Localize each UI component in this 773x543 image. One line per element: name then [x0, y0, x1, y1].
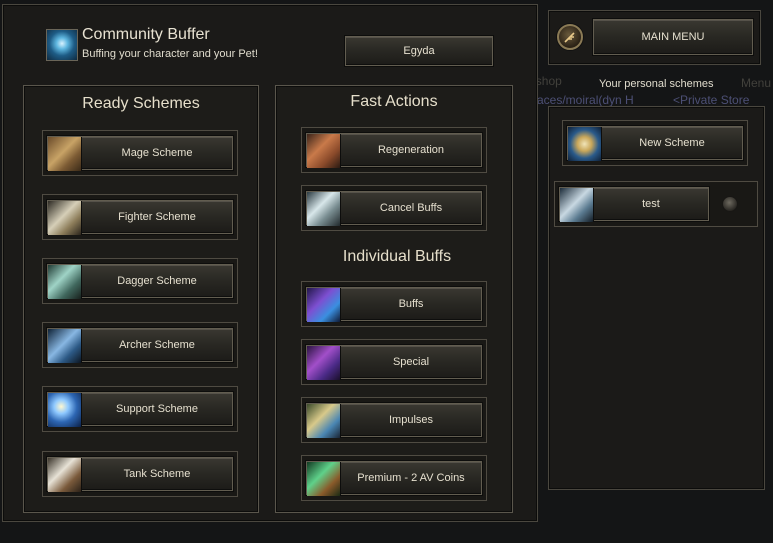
player-name-button[interactable]: Egyda	[345, 36, 493, 66]
special-icon	[307, 346, 341, 380]
community-buffer-window: Community Buffer Buffing your character …	[2, 4, 538, 522]
special-label: Special	[392, 356, 430, 368]
shield-armor-icon	[48, 458, 82, 492]
delete-scheme-icon[interactable]	[722, 196, 738, 212]
mage-scheme-button[interactable]: Mage Scheme	[47, 136, 233, 171]
window-subtitle: Buffing your character and your Pet!	[82, 48, 258, 60]
scheme-test-button[interactable]: test	[559, 187, 709, 222]
menu-emblem-icon[interactable]	[557, 24, 583, 50]
cancel-buffs-button[interactable]: Cancel Buffs	[306, 191, 482, 226]
buff-slot: Buffs	[301, 281, 487, 327]
fighter-scheme-button[interactable]: Fighter Scheme	[47, 200, 233, 235]
special-button[interactable]: Special	[306, 345, 482, 380]
new-scheme-slot: New Scheme	[562, 120, 748, 166]
bg-world-text-private-store: <Private Store	[673, 93, 750, 107]
personal-schemes-panel: New Scheme test	[548, 106, 765, 490]
support-scheme-button[interactable]: Support Scheme	[47, 392, 233, 427]
mage-scheme-label: Mage Scheme	[121, 147, 193, 159]
scheme-slot: Mage Scheme	[42, 130, 238, 176]
impulses-label: Impulses	[388, 414, 434, 426]
actions-panel: Fast Actions Regeneration Cancel Buffs I…	[275, 85, 513, 513]
archer-scheme-label: Archer Scheme	[119, 339, 195, 351]
premium-button[interactable]: Premium - 2 AV Coins	[306, 461, 482, 496]
window-title: Community Buffer	[82, 26, 210, 43]
buffs-icon	[307, 288, 341, 322]
arrow-icon	[48, 329, 82, 363]
main-menu-bar: MAIN MENU	[548, 10, 761, 65]
fighter-scheme-label: Fighter Scheme	[118, 211, 196, 223]
buffer-emblem-icon	[46, 29, 78, 61]
new-scheme-label: New Scheme	[639, 137, 705, 149]
fast-actions-title: Fast Actions	[350, 93, 438, 110]
buff-slot: Premium - 2 AV Coins	[301, 455, 487, 501]
scheme-test-label: test	[642, 198, 660, 210]
cross-emblem-icon	[568, 127, 602, 161]
main-menu-button[interactable]: MAIN MENU	[593, 19, 753, 55]
tank-scheme-label: Tank Scheme	[123, 468, 191, 480]
dagger-scheme-label: Dagger Scheme	[117, 275, 197, 287]
scheme-slot: Tank Scheme	[42, 451, 238, 497]
scheme-slot: Dagger Scheme	[42, 258, 238, 304]
cancel-buffs-icon	[307, 192, 341, 226]
buff-slot: Impulses	[301, 397, 487, 443]
archer-scheme-button[interactable]: Archer Scheme	[47, 328, 233, 363]
mage-helmet-icon	[48, 137, 82, 171]
personal-schemes-title: Your personal schemes	[599, 78, 714, 90]
impulses-icon	[307, 404, 341, 438]
action-slot: Regeneration	[301, 127, 487, 173]
sword-icon	[48, 201, 82, 235]
tank-scheme-button[interactable]: Tank Scheme	[47, 457, 233, 492]
holy-light-icon	[48, 393, 82, 427]
ready-schemes-panel: Ready Schemes Mage Scheme Fighter Scheme…	[23, 85, 259, 513]
scheme-list-item: test	[554, 181, 758, 227]
fist-icon	[307, 134, 341, 168]
scheme-slot: Fighter Scheme	[42, 194, 238, 240]
impulses-button[interactable]: Impulses	[306, 403, 482, 438]
ready-schemes-title: Ready Schemes	[82, 95, 200, 112]
buff-slot: Special	[301, 339, 487, 385]
feather-glyph	[564, 32, 575, 43]
support-scheme-label: Support Scheme	[116, 403, 198, 415]
individual-buffs-title: Individual Buffs	[342, 248, 452, 265]
scheme-test-icon	[560, 188, 594, 222]
bg-world-text-menu: Menu	[741, 76, 772, 90]
action-slot: Cancel Buffs	[301, 185, 487, 231]
premium-icon	[307, 462, 341, 496]
regeneration-label: Regeneration	[377, 144, 445, 156]
dagger-icon	[48, 265, 82, 299]
buffs-label: Buffs	[398, 298, 424, 310]
scheme-slot: Archer Scheme	[42, 322, 238, 368]
dagger-scheme-button[interactable]: Dagger Scheme	[47, 264, 233, 299]
scheme-slot: Support Scheme	[42, 386, 238, 432]
new-scheme-button[interactable]: New Scheme	[567, 126, 743, 161]
cancel-buffs-label: Cancel Buffs	[379, 202, 443, 214]
buffs-button[interactable]: Buffs	[306, 287, 482, 322]
premium-label: Premium - 2 AV Coins	[357, 472, 465, 484]
regeneration-button[interactable]: Regeneration	[306, 133, 482, 168]
